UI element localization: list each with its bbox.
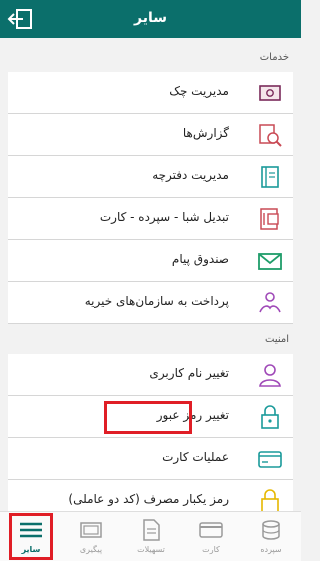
mail-icon bbox=[257, 248, 283, 274]
tab-label: پیگیری bbox=[79, 545, 103, 554]
menu-item-label: گزارش‌ها bbox=[182, 126, 229, 140]
lock-icon bbox=[257, 404, 283, 430]
notebook-icon bbox=[257, 164, 283, 190]
menu-item-label: صندوق پیام bbox=[171, 252, 229, 266]
menu-item-cheque-management[interactable]: مدیریت چک bbox=[8, 72, 293, 114]
card-icon bbox=[199, 518, 223, 542]
menu-item-notebook-management[interactable]: مدیریت دفترچه bbox=[8, 156, 293, 198]
app-header: سایر bbox=[0, 0, 301, 38]
page-title: سایر bbox=[134, 10, 167, 26]
tracking-icon bbox=[79, 518, 103, 542]
section-label-services: خدمات bbox=[259, 52, 289, 63]
tab-deposit[interactable]: سپرده bbox=[242, 512, 300, 561]
loan-document-icon bbox=[139, 518, 163, 542]
card-icon bbox=[257, 446, 283, 472]
menu-item-message-box[interactable]: صندوق پیام bbox=[8, 240, 293, 282]
coins-icon bbox=[259, 518, 283, 542]
tab-card[interactable]: کارت bbox=[182, 512, 240, 561]
tab-tracking[interactable]: پیگیری bbox=[62, 512, 120, 561]
menu-item-label: تغییر نام کاربری bbox=[149, 366, 229, 380]
cheque-icon bbox=[257, 80, 283, 106]
menu-item-label: مدیریت چک bbox=[169, 84, 229, 98]
menu-item-label: مدیریت دفترچه bbox=[152, 168, 229, 182]
tab-label: تسهیلات bbox=[137, 545, 165, 554]
section-label-security: امنیت bbox=[265, 334, 289, 345]
menu-item-charity-payment[interactable]: پرداخت به سازمان‌های خیریه bbox=[8, 282, 293, 324]
iban-convert-icon bbox=[257, 206, 283, 232]
tab-loans[interactable]: تسهیلات bbox=[122, 512, 180, 561]
user-icon bbox=[257, 362, 283, 388]
report-search-icon bbox=[257, 122, 283, 148]
highlight-box-tab-other bbox=[9, 513, 53, 560]
menu-item-reports[interactable]: گزارش‌ها bbox=[8, 114, 293, 156]
charity-icon bbox=[257, 290, 283, 316]
menu-item-label: رمز یکبار مصرف (کد دو عاملی) bbox=[68, 492, 229, 506]
tab-label: سپرده bbox=[260, 545, 282, 554]
menu-item-card-operations[interactable]: عملیات کارت bbox=[8, 438, 293, 480]
menu-item-label: پرداخت به سازمان‌های خیریه bbox=[84, 294, 229, 308]
menu-item-change-username[interactable]: تغییر نام کاربری bbox=[8, 354, 293, 396]
menu-item-label: عملیات کارت bbox=[162, 450, 229, 464]
highlight-box-change-password bbox=[104, 401, 192, 434]
tab-label: کارت bbox=[202, 545, 220, 554]
menu-item-iban-convert[interactable]: تبدیل شبا - سپرده - کارت bbox=[8, 198, 293, 240]
menu-item-label: تبدیل شبا - سپرده - کارت bbox=[99, 210, 229, 224]
